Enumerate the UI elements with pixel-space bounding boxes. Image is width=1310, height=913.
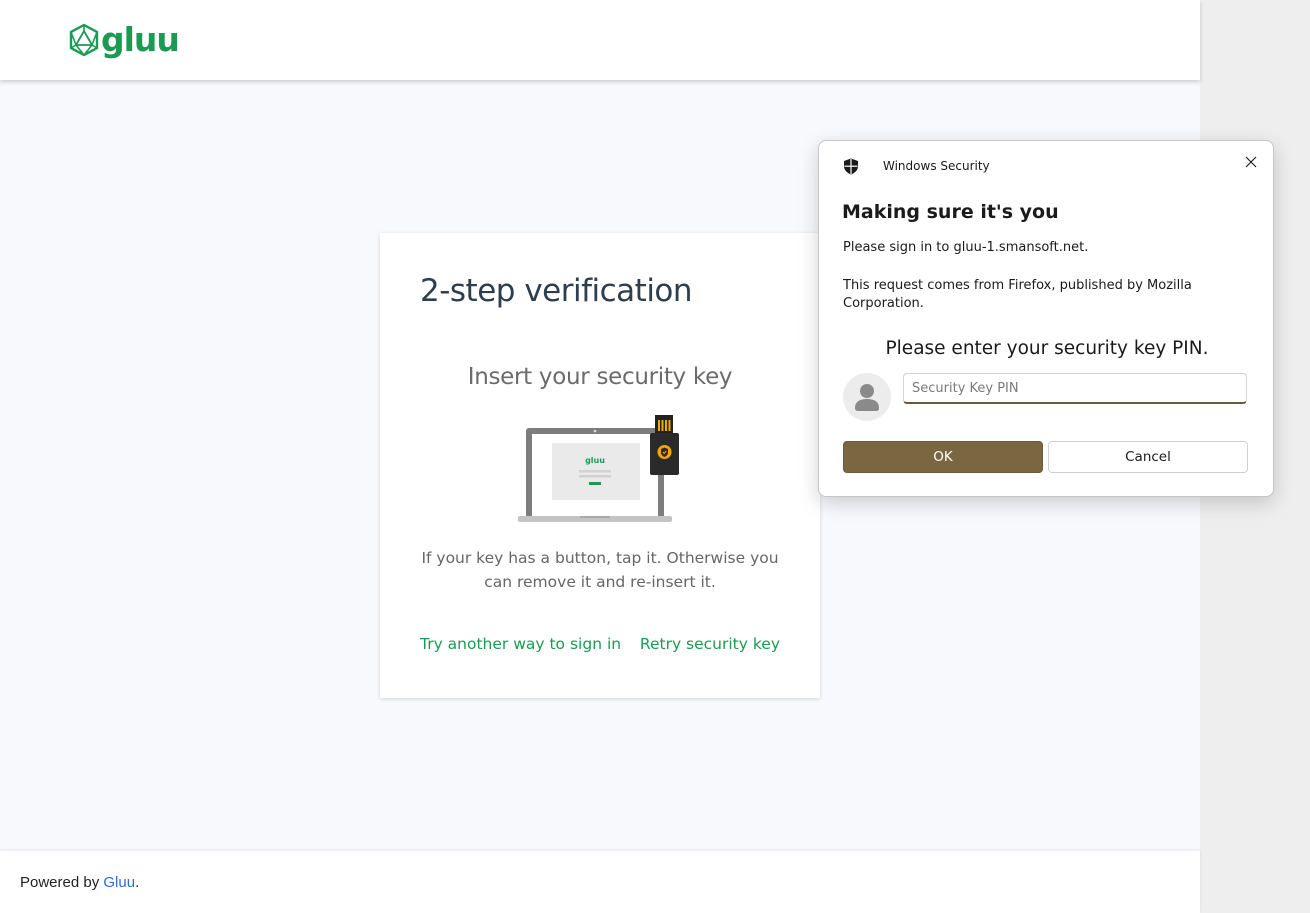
verification-card: 2-step verification Insert your security… xyxy=(380,233,820,698)
gluu-logo-icon xyxy=(69,23,99,57)
close-button[interactable] xyxy=(1238,149,1264,175)
dialog-app-name: Windows Security xyxy=(883,159,990,173)
site-footer: Powered by Gluu. xyxy=(0,851,1200,913)
try-another-way-link[interactable]: Try another way to sign in xyxy=(420,635,621,653)
instruction-text: If your key has a button, tap it. Otherw… xyxy=(421,549,779,591)
footer-prefix: Powered by xyxy=(20,874,100,891)
gluu-footer-link[interactable]: Gluu xyxy=(103,874,135,891)
laptop-illustration: gluu xyxy=(518,415,679,522)
ok-button[interactable]: OK xyxy=(843,441,1043,473)
user-avatar-icon xyxy=(843,373,891,421)
gluu-logo[interactable]: gluu xyxy=(68,20,180,59)
security-key-illustration: gluu xyxy=(518,415,684,532)
windows-security-dialog: Windows Security Making sure it's you Pl… xyxy=(818,140,1274,497)
illustration-logo-text: gluu xyxy=(585,456,605,465)
dialog-request-origin-text: This request comes from Firefox, publish… xyxy=(843,278,1192,311)
close-icon xyxy=(1245,156,1257,168)
dialog-sign-in-text: Please sign in to gluu-1.smansoft.net. xyxy=(843,240,1089,255)
security-key-pin-input[interactable] xyxy=(903,373,1247,404)
shield-icon xyxy=(843,158,859,179)
page-title: 2-step verification xyxy=(420,273,693,309)
pin-prompt: Please enter your security key PIN. xyxy=(885,338,1209,359)
dialog-title: Making sure it's you xyxy=(842,201,1059,223)
cancel-button[interactable]: Cancel xyxy=(1048,441,1248,473)
site-header: gluu xyxy=(0,0,1200,80)
footer-text: Powered by Gluu. xyxy=(20,874,139,891)
logo-wordmark: gluu xyxy=(101,20,180,59)
card-subtitle: Insert your security key xyxy=(467,364,733,390)
footer-suffix: . xyxy=(135,874,140,891)
retry-security-key-link[interactable]: Retry security key xyxy=(640,635,780,653)
